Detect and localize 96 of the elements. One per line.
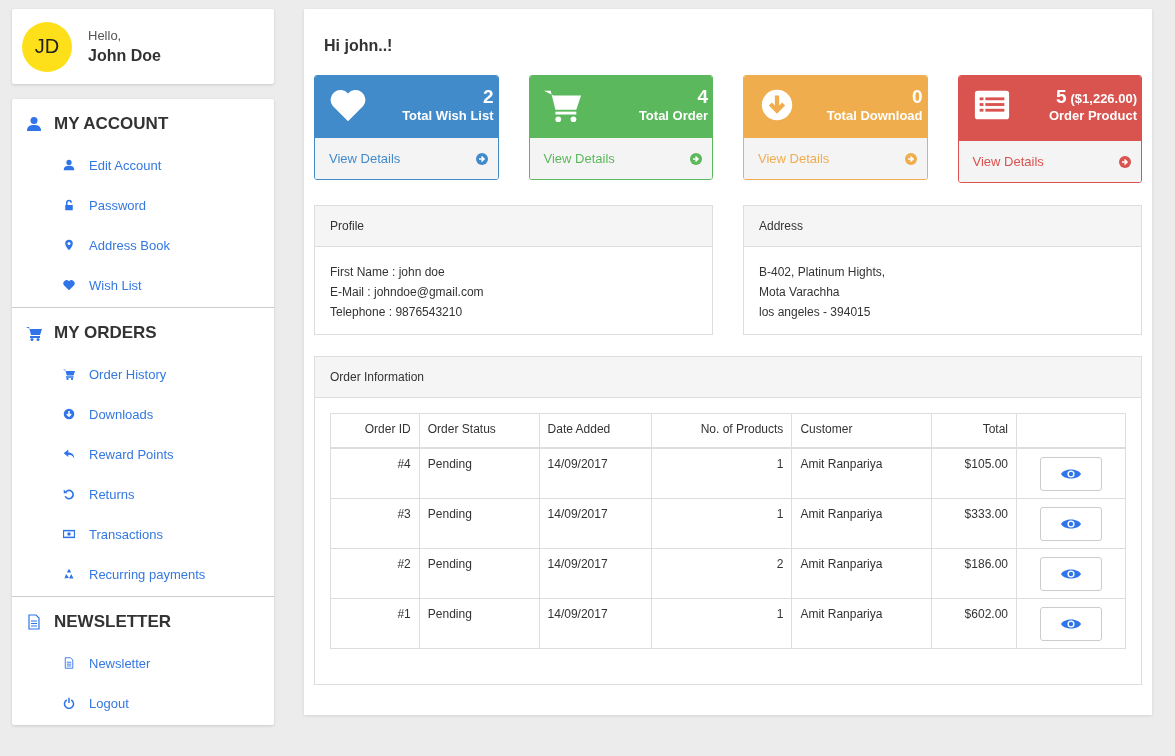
doc-icon xyxy=(26,614,42,630)
address-line: los angeles - 394015 xyxy=(759,304,872,321)
profile-detail: E-Mail : johndoe@gmail.com xyxy=(330,284,485,301)
column-header: Customer xyxy=(791,413,932,448)
sidebar-link[interactable]: Logout xyxy=(12,683,274,723)
table-cell: $105.00 xyxy=(931,448,1017,499)
heart-icon xyxy=(63,279,75,291)
arrow-right-icon xyxy=(690,152,702,165)
arrow-right-icon xyxy=(904,152,917,165)
panel-title: Order Information xyxy=(330,370,425,384)
lock-icon xyxy=(63,199,75,211)
stat-label: Total Order xyxy=(638,108,708,123)
column-header: Date Added xyxy=(539,413,652,448)
user-name: John Doe xyxy=(88,47,161,65)
stat-count: 4 xyxy=(697,86,708,108)
table-cell: Pending xyxy=(419,448,540,499)
user-icon xyxy=(63,159,75,171)
sidebar-link[interactable]: Wish List xyxy=(12,265,274,305)
download-icon xyxy=(63,408,75,420)
stat-count: 0 xyxy=(911,86,923,108)
stat-label: Total Download xyxy=(826,108,923,123)
column-header: Order Status xyxy=(419,413,540,448)
table-cell: #4 xyxy=(330,448,420,499)
profile-detail: Telephone : 9876543210 xyxy=(330,304,464,321)
sidebar-link[interactable]: Downloads xyxy=(12,394,274,434)
profile-detail: First Name : john doe xyxy=(330,264,446,281)
pin-icon xyxy=(63,239,75,251)
eye-icon xyxy=(1061,517,1081,531)
cart-icon xyxy=(26,325,42,341)
cart-icon xyxy=(63,368,75,380)
table-cell: Amit Ranpariya xyxy=(791,448,932,499)
sidebar-link[interactable]: Transactions xyxy=(12,514,274,554)
view-details-link[interactable]: View Details xyxy=(529,138,712,179)
table-cell: $186.00 xyxy=(931,548,1017,599)
arrow-right-icon xyxy=(475,152,488,165)
address-line: Mota Varachha xyxy=(759,284,841,301)
avatar: JD xyxy=(22,21,72,72)
view-details-link[interactable]: View Details xyxy=(315,138,498,179)
section-heading: NEWSLETTER xyxy=(54,612,172,632)
panel-title: Address xyxy=(759,219,804,233)
doc-icon xyxy=(63,657,75,669)
undo-icon xyxy=(63,488,75,500)
table-cell: 1 xyxy=(651,598,792,649)
stat-count: 2 xyxy=(482,86,494,108)
table-cell: Pending xyxy=(419,498,540,549)
view-details-link[interactable]: View Details xyxy=(958,141,1141,182)
page-heading: Hi john..! xyxy=(324,37,394,55)
table-cell: $602.00 xyxy=(931,598,1017,649)
sidebar-link[interactable]: Newsletter xyxy=(12,643,274,683)
greeting-text: Hello, xyxy=(88,28,123,43)
table-cell: #1 xyxy=(330,598,420,649)
sidebar-link[interactable]: Address Book xyxy=(12,225,274,265)
sidebar-link[interactable]: Order History xyxy=(12,354,274,394)
address-line: B-402, Platinum Hights, xyxy=(759,264,887,281)
view-order-button[interactable] xyxy=(1040,507,1102,541)
stat-amount: ($1,226.00) xyxy=(1070,91,1137,106)
reply-icon xyxy=(63,448,75,460)
table-cell: Amit Ranpariya xyxy=(791,598,932,649)
table-cell: Pending xyxy=(419,598,540,649)
sidebar-link[interactable]: Reward Points xyxy=(12,434,274,474)
sidebar-link[interactable]: Returns xyxy=(12,474,274,514)
stat-count: 5 xyxy=(1055,86,1067,108)
sidebar-link[interactable]: Recurring payments xyxy=(12,554,274,594)
user-icon xyxy=(26,116,42,132)
table-cell: $333.00 xyxy=(931,498,1017,549)
table-cell: Amit Ranpariya xyxy=(791,498,932,549)
column-header: Total xyxy=(931,413,1017,448)
sidebar-link[interactable]: Password xyxy=(12,185,274,225)
table-cell: Pending xyxy=(419,548,540,599)
eye-icon xyxy=(1061,567,1081,581)
table-cell: 2 xyxy=(651,548,792,599)
table-cell: 14/09/2017 xyxy=(539,598,652,649)
table-cell: 1 xyxy=(651,448,792,499)
sidebar-link[interactable]: Edit Account xyxy=(12,145,274,185)
eye-icon xyxy=(1061,467,1081,481)
view-order-button[interactable] xyxy=(1040,607,1102,641)
table-cell: 14/09/2017 xyxy=(539,498,652,549)
table-cell: 1 xyxy=(651,498,792,549)
money-icon xyxy=(63,528,75,540)
stat-label: Total Wish List xyxy=(402,108,494,123)
table-cell: 14/09/2017 xyxy=(539,548,652,599)
stat-label: Order Product xyxy=(1048,108,1137,123)
column-header: Order ID xyxy=(330,413,420,448)
view-order-button[interactable] xyxy=(1040,457,1102,491)
table-cell: Amit Ranpariya xyxy=(791,548,932,599)
table-cell: 14/09/2017 xyxy=(539,448,652,499)
panel-title: Profile xyxy=(330,219,364,233)
view-order-button[interactable] xyxy=(1040,557,1102,591)
section-heading: MY ACCOUNT xyxy=(54,114,169,134)
table-cell: #3 xyxy=(330,498,420,549)
arrow-right-icon xyxy=(1119,155,1131,168)
eye-icon xyxy=(1061,617,1081,631)
power-icon xyxy=(63,697,75,709)
section-heading: MY ORDERS xyxy=(54,323,157,343)
table-cell: #2 xyxy=(330,548,420,599)
column-header: No. of Products xyxy=(651,413,792,448)
